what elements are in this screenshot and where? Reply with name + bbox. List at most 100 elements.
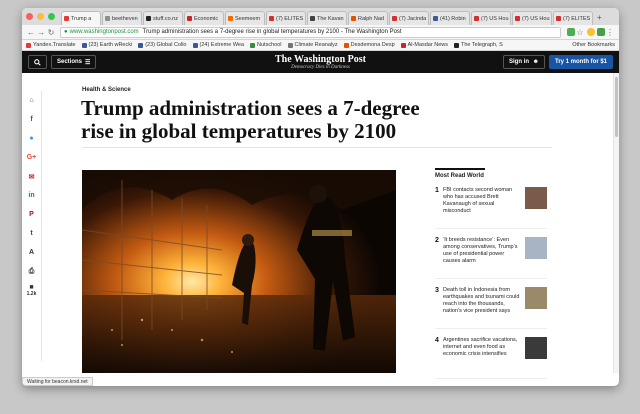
new-tab-button[interactable]: + [597,11,602,25]
favicon-icon [392,16,397,21]
forward-icon[interactable]: → [36,28,46,37]
browser-tab[interactable]: (7) ELITES [266,11,306,25]
browser-tab[interactable]: beetheven [102,11,142,25]
browser-tab[interactable]: Trump a [61,11,101,25]
bookmark-favicon-icon [138,42,144,48]
most-read-thumbnail [525,187,547,209]
extension-icon[interactable] [567,28,575,36]
article-photo [82,170,396,373]
bookmark-label: Nutschool [257,42,282,48]
tab-label: Seemeem [235,15,261,22]
bookmark-item[interactable]: (23) Earth wRecki [81,42,132,48]
bookmark-item[interactable]: Al-Masdar News [400,42,448,48]
bookmark-item[interactable]: Nutschool [250,42,282,48]
comments-icon[interactable]: ■ 1.2k [22,281,41,300]
browser-tab[interactable]: (7) US Hou [512,11,552,25]
tab-bar: Trump a beetheven stuff.co.nz Economic Seeme… [22,8,619,25]
status-bar: Waiting for beacon.krxd.net [22,377,93,386]
header-actions: Sign in ☻ Try 1 month for $1 [502,55,613,69]
lock-icon: ● [64,29,68,35]
menu-icon[interactable]: ⋮ [605,28,615,37]
maximize-window-button[interactable] [48,13,55,20]
twitter-icon[interactable]: ● [22,129,41,148]
browser-tab[interactable]: (41) Robin [430,11,470,25]
bookmark-label: Climate Reanalyz [294,42,338,48]
minimize-window-button[interactable] [37,13,44,20]
bookmark-favicon-icon [400,42,406,48]
most-read-list: 1 FBI contacts second woman who has accus… [435,187,547,386]
browser-tab[interactable]: The Kavan [307,11,347,25]
subscribe-button[interactable]: Try 1 month for $1 [548,55,613,69]
favicon-icon [64,16,69,21]
browser-tab[interactable]: Ralph Nad [348,11,388,25]
bookmark-item[interactable]: Yandex.Translate [26,42,76,48]
tab-label: (7) Jacinda [399,15,427,22]
url-field[interactable]: ● www.washingtonpost.com Trump administr… [60,26,561,38]
browser-tab[interactable]: Economic [184,11,224,25]
scrollbar-thumb[interactable] [615,77,618,137]
google-plus-icon[interactable]: G+ [22,148,41,167]
bookmark-label: Desdemona Desp [350,42,395,48]
tab-label: Trump a [71,15,92,22]
window-controls [26,8,55,25]
most-read-headline: Death toll in Indonesia from earthquakes… [443,287,520,314]
scrollbar[interactable] [613,73,619,373]
pinterest-icon[interactable]: P [22,205,41,224]
most-read-sidebar: Most Read World 1 FBI contacts second wom… [435,168,547,386]
sign-in-button[interactable]: Sign in ☻ [502,55,545,69]
most-read-thumbnail [525,337,547,359]
close-window-button[interactable] [26,13,33,20]
tab-label: Ralph Nad [358,15,384,22]
most-read-number: 2 [435,237,439,244]
article-kicker[interactable]: Health & Science [82,87,131,93]
bookmark-label: Al-Masdar News [407,42,448,48]
linkedin-icon[interactable]: in [22,186,41,205]
email-icon[interactable]: ✉ [22,167,41,186]
tab-label: (41) Robin [440,15,466,22]
most-read-item[interactable]: 3 Death toll in Indonesia from earthquake… [435,287,547,329]
other-bookmarks[interactable]: Other Bookmarks [572,42,615,48]
browser-tab[interactable]: (7) Jacinda [389,11,429,25]
sign-in-label: Sign in [508,59,529,65]
share-rail: ⌂ f ● G+ ✉ in Pt A ⎙ ■ 1.2k [22,91,42,361]
favicon-icon [187,16,192,21]
bookmark-item[interactable]: Desdemona Desp [343,42,395,48]
facebook-icon[interactable]: f [22,110,41,129]
most-read-item[interactable]: 1 FBI contacts second woman who has accus… [435,187,547,229]
most-read-headline: Argentines sacrifice vacations, internet… [443,337,518,357]
text-size-icon[interactable]: A [22,243,41,262]
profile-icon[interactable] [587,28,595,36]
browser-tab[interactable]: Seemeem [225,11,265,25]
extension-icon[interactable] [597,28,605,36]
bookmark-item[interactable]: Climate Reanalyz [287,42,338,48]
bookmark-favicon-icon [453,42,459,48]
browser-tab[interactable]: stuff.co.nz [143,11,183,25]
favicon-icon [228,16,233,21]
star-icon[interactable]: ☆ [575,28,585,37]
most-read-item[interactable]: 4 Argentines sacrifice vacations, interne… [435,337,547,379]
tab-label: (7) ELITES [563,15,591,22]
favicon-icon [105,16,110,21]
most-read-item[interactable]: 2 ‘It breeds resistance’: Even among cons… [435,237,547,279]
bookmark-favicon-icon [250,42,256,48]
browser-tab[interactable]: (7) US Hou [471,11,511,25]
favicon-icon [556,16,561,21]
back-icon[interactable]: ← [26,28,36,37]
tumblr-icon[interactable]: t [22,224,41,243]
bookmark-item[interactable]: (23) Global Collo [138,42,187,48]
reload-icon[interactable]: ↻ [46,28,56,37]
bookmark-favicon-icon [343,42,349,48]
bookmark-list: Yandex.Translate (23) Earth wRecki (23) Gl… [26,42,509,48]
bookmark-item[interactable]: (24) Extreme Wea [192,42,244,48]
address-bar: ← → ↻ ● www.washingtonpost.com Trump adm… [22,25,619,40]
bookmark-item[interactable]: The Telegraph, S [453,42,503,48]
most-read-number: 4 [435,337,439,344]
wildfire-photo [82,170,396,373]
bookmark-label: The Telegraph, S [460,42,503,48]
tab-label: The Kavan [317,15,344,22]
bookmarks-bar: Yandex.Translate (23) Earth wRecki (23) Gl… [22,40,619,51]
print-icon[interactable]: ⎙ [22,262,41,281]
favicon-icon [433,16,438,21]
home-icon[interactable]: ⌂ [22,91,41,110]
browser-tab[interactable]: (7) ELITES [553,11,593,25]
